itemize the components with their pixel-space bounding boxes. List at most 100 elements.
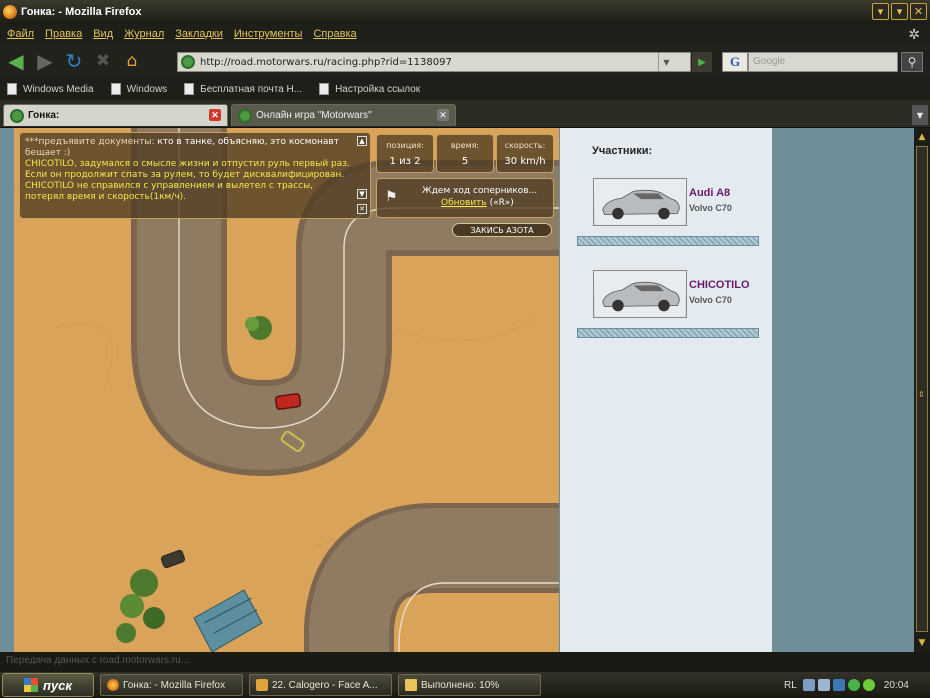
scroll-grip-icon: ⇕ — [918, 390, 925, 399]
firefox-icon — [3, 5, 17, 19]
language-indicator[interactable]: RL — [784, 680, 797, 691]
site-favicon-icon — [181, 55, 195, 69]
taskbar-item-download[interactable]: Выполнено: 10% — [398, 674, 541, 696]
tab-race[interactable]: Гонка: ✕ — [3, 104, 228, 126]
taskbar-item-firefox[interactable]: Гонка: - Mozilla Firefox — [100, 674, 243, 696]
go-button[interactable]: ▶ — [692, 52, 712, 72]
close-tab-icon[interactable]: ✕ — [209, 109, 221, 121]
home-button[interactable]: ⌂ — [119, 48, 145, 74]
reload-button[interactable]: ↻ — [61, 48, 87, 74]
bookmark-label: Настройка ссылок — [335, 83, 421, 95]
participant-car-model: Volvo C70 — [689, 203, 732, 213]
waiting-text: Ждем ход соперников... — [422, 186, 538, 196]
close-tab-icon[interactable]: ✕ — [437, 109, 449, 121]
tab-list-button[interactable]: ▼ — [912, 105, 928, 125]
tray-network-icon[interactable] — [817, 679, 830, 691]
tray-antivirus-icon[interactable] — [847, 679, 860, 691]
clock: 20:04 — [883, 679, 909, 691]
menu-view[interactable]: Вид — [93, 28, 113, 40]
refresh-row: Обновить («R») — [441, 198, 514, 208]
time-stat: время: 5 — [436, 134, 494, 173]
menu-edit[interactable]: Правка — [45, 28, 82, 40]
participant-name[interactable]: CHICOTILO — [689, 279, 750, 291]
close-button[interactable]: ✕ — [910, 3, 927, 20]
page-icon — [319, 83, 330, 95]
vertical-scrollbar[interactable]: ▲ ⇕ ▼ — [914, 128, 930, 652]
tab-motorwars[interactable]: Онлайн игра "Motorwars" ✕ — [231, 104, 456, 126]
window-controls: ▾ ▾ ✕ — [872, 3, 927, 20]
site-favicon-icon — [238, 108, 252, 123]
address-bar[interactable]: http://road.motorwars.ru/racing.php?rid=… — [177, 52, 712, 72]
bookmark-windows[interactable]: Windows — [110, 83, 167, 95]
page-icon — [184, 83, 195, 95]
back-arrow-icon: ◀ — [8, 49, 24, 73]
navigation-toolbar: ◀ ▶ ↻ ✖ ⌂ http://road.motorwars.ru/racin… — [0, 44, 930, 78]
participant-car-model: Volvo C70 — [689, 295, 732, 305]
nitro-button[interactable]: ЗАКИСЬ АЗОТА — [452, 223, 552, 237]
tab-label: Гонка: — [28, 110, 60, 121]
menu-bookmarks[interactable]: Закладки — [175, 28, 223, 40]
maximize-button[interactable]: ▾ — [891, 3, 908, 20]
refresh-hotkey: («R») — [489, 198, 514, 208]
search-input[interactable]: Google — [748, 52, 898, 72]
start-button[interactable]: пуск — [2, 673, 94, 697]
menu-help[interactable]: Справка — [313, 28, 356, 40]
stat-value: 30 km/h — [504, 156, 546, 167]
tray-update-icon[interactable] — [802, 679, 815, 691]
menu-file[interactable]: Файл — [7, 28, 34, 40]
participant-name[interactable]: Audi A8 — [689, 187, 730, 199]
home-icon: ⌂ — [126, 51, 138, 71]
site-favicon-icon — [10, 108, 24, 123]
waiting-panel: ⚑ Ждем ход соперников... Обновить («R») — [376, 178, 554, 218]
bookmark-free-mail[interactable]: Бесплатная почта Н... — [184, 83, 302, 95]
stat-label: время: — [450, 141, 480, 150]
tray-volume-icon[interactable] — [832, 679, 845, 691]
tab-label: Онлайн игра "Motorwars" — [256, 110, 372, 121]
bookmark-link-settings[interactable]: Настройка ссылок — [319, 83, 420, 95]
chat-close-icon[interactable]: ✕ — [357, 204, 367, 214]
scroll-up-icon[interactable]: ▲ — [916, 130, 928, 144]
search-engine-icon[interactable]: G — [722, 52, 748, 72]
refresh-link[interactable]: Обновить — [441, 198, 487, 208]
race-game-area[interactable]: ***предъявите документы: кто в танке, об… — [14, 128, 559, 652]
chat-scroll-down-icon[interactable]: ▼ — [357, 189, 367, 199]
status-bar: Передача данных с road.motorwars.ru... — [0, 652, 930, 672]
menu-history[interactable]: Журнал — [124, 28, 164, 40]
player-car — [274, 393, 302, 410]
progress-bar — [577, 328, 759, 338]
system-tray: RL 20:04 — [782, 674, 930, 696]
bookmark-windows-media[interactable]: Windows Media — [7, 83, 94, 95]
minimize-button[interactable]: ▾ — [872, 3, 889, 20]
search-button[interactable]: ⚲ — [901, 52, 923, 72]
tray-messenger-icon[interactable] — [862, 679, 875, 691]
participants-panel: Участники: Audi A8 Volvo C70 CHICOTILO V… — [560, 128, 772, 652]
chat-line: потерял время и скорость(1км/ч). — [25, 192, 187, 202]
task-label: Гонка: - Mozilla Firefox — [123, 679, 226, 691]
url-dropdown-icon[interactable]: ▼ — [658, 53, 674, 71]
scroll-down-icon[interactable]: ▼ — [916, 636, 928, 650]
url-text[interactable]: http://road.motorwars.ru/racing.php?rid=… — [200, 57, 452, 68]
back-button[interactable]: ◀ — [3, 48, 29, 74]
chat-line: бещает :) — [25, 148, 71, 158]
stat-label: позиция: — [386, 141, 424, 150]
taskbar-item-player[interactable]: 22. Calogero - Face A... — [249, 674, 392, 696]
title-bar: Гонка: - Mozilla Firefox ▾ ▾ ✕ — [0, 0, 930, 24]
stop-button[interactable]: ✖ — [90, 48, 116, 74]
throbber-icon: ✲ — [908, 26, 920, 42]
search-box: G Google ⚲ — [722, 52, 926, 72]
forward-button[interactable]: ▶ — [32, 48, 58, 74]
position-stat: позиция: 1 из 2 — [376, 134, 434, 173]
chat-line: ***предъявите документы: кто в танке, об… — [25, 137, 352, 148]
menu-tools[interactable]: Инструменты — [234, 28, 303, 40]
chat-line: CHICOTILO не справился с управлением и в… — [25, 181, 314, 191]
checkered-flag-icon: ⚑ — [385, 189, 398, 205]
menu-bar: Файл Правка Вид Журнал Закладки Инструме… — [0, 24, 930, 44]
speed-stat: скорость: 30 km/h — [496, 134, 554, 173]
firefox-icon — [107, 679, 119, 691]
chat-line: Если он продолжит спать за рулем, то буд… — [25, 170, 345, 180]
browser-window: Гонка: - Mozilla Firefox ▾ ▾ ✕ Файл Прав… — [0, 0, 930, 698]
bookmark-label: Бесплатная почта Н... — [200, 83, 303, 95]
scroll-thumb[interactable] — [916, 146, 928, 632]
chat-scroll-up-icon[interactable]: ▲ — [357, 136, 367, 146]
tree — [130, 569, 158, 597]
